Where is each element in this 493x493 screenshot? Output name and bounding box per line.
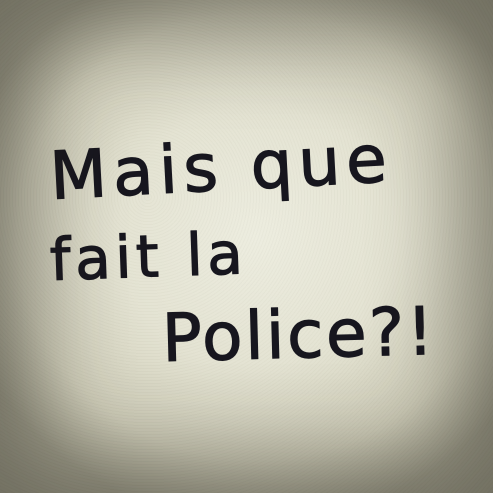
handwritten-line-2: fait la	[48, 219, 249, 295]
handwritten-line-3: Police?!	[160, 292, 437, 377]
handwritten-line-1: Mais que	[47, 120, 395, 216]
photo-wall: Mais que fait la Police?!	[0, 0, 493, 493]
